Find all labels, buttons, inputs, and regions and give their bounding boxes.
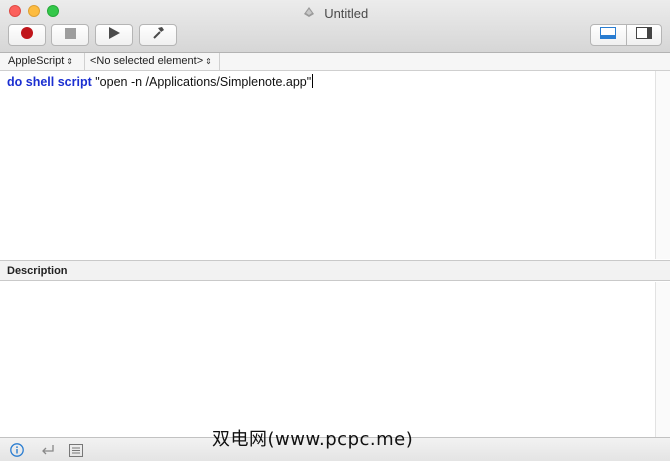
watermark-text: 双电网(www.pcpc.me) (212, 429, 414, 450)
description-text-area[interactable] (0, 282, 655, 437)
info-icon[interactable] (9, 442, 25, 458)
editor-scrollbar[interactable] (655, 71, 670, 259)
hammer-icon (152, 26, 165, 44)
navigation-bar: AppleScript ⇕ <No selected element> ⇕ (0, 53, 670, 71)
nav-divider (219, 53, 220, 70)
play-icon (108, 26, 120, 44)
element-popup[interactable]: <No selected element> ⇕ (90, 54, 212, 69)
description-header: Description (0, 260, 670, 281)
up-down-arrows-icon: ⇕ (66, 57, 73, 66)
side-pane-icon (635, 26, 652, 44)
window-title: Untitled (0, 4, 670, 23)
window-title-text: Untitled (324, 6, 369, 21)
script-document-icon (302, 4, 316, 23)
view-toggle[interactable] (590, 24, 662, 46)
stop-button[interactable] (51, 24, 89, 46)
nav-divider (84, 53, 85, 70)
title-bar: Untitled (0, 0, 670, 53)
bottom-pane-icon (600, 26, 617, 44)
script-editor[interactable]: do shell script "open -n /Applications/S… (0, 71, 655, 259)
element-label: <No selected element> (90, 55, 204, 67)
text-caret (312, 74, 314, 88)
return-icon[interactable] (40, 442, 56, 458)
code-line: do shell script "open -n /Applications/S… (7, 73, 314, 91)
language-label: AppleScript (8, 55, 65, 67)
list-icon[interactable] (68, 442, 84, 458)
description-label: Description (7, 265, 68, 277)
up-down-arrows-icon: ⇕ (205, 57, 212, 66)
record-icon (21, 26, 33, 44)
record-button[interactable] (8, 24, 46, 46)
description-scrollbar[interactable] (655, 282, 670, 437)
run-button[interactable] (95, 24, 133, 46)
code-string: "open -n /Applications/Simplenote.app" (91, 75, 312, 89)
stop-icon (64, 26, 76, 44)
code-keyword: do shell script (7, 75, 92, 89)
language-popup[interactable]: AppleScript ⇕ (8, 54, 73, 69)
compile-button[interactable] (139, 24, 177, 46)
show-bottom-pane-button[interactable] (591, 25, 626, 45)
show-side-pane-button[interactable] (625, 25, 662, 45)
script-editor-window: Untitled AppleScript ⇕ <No selected elem… (0, 0, 670, 461)
